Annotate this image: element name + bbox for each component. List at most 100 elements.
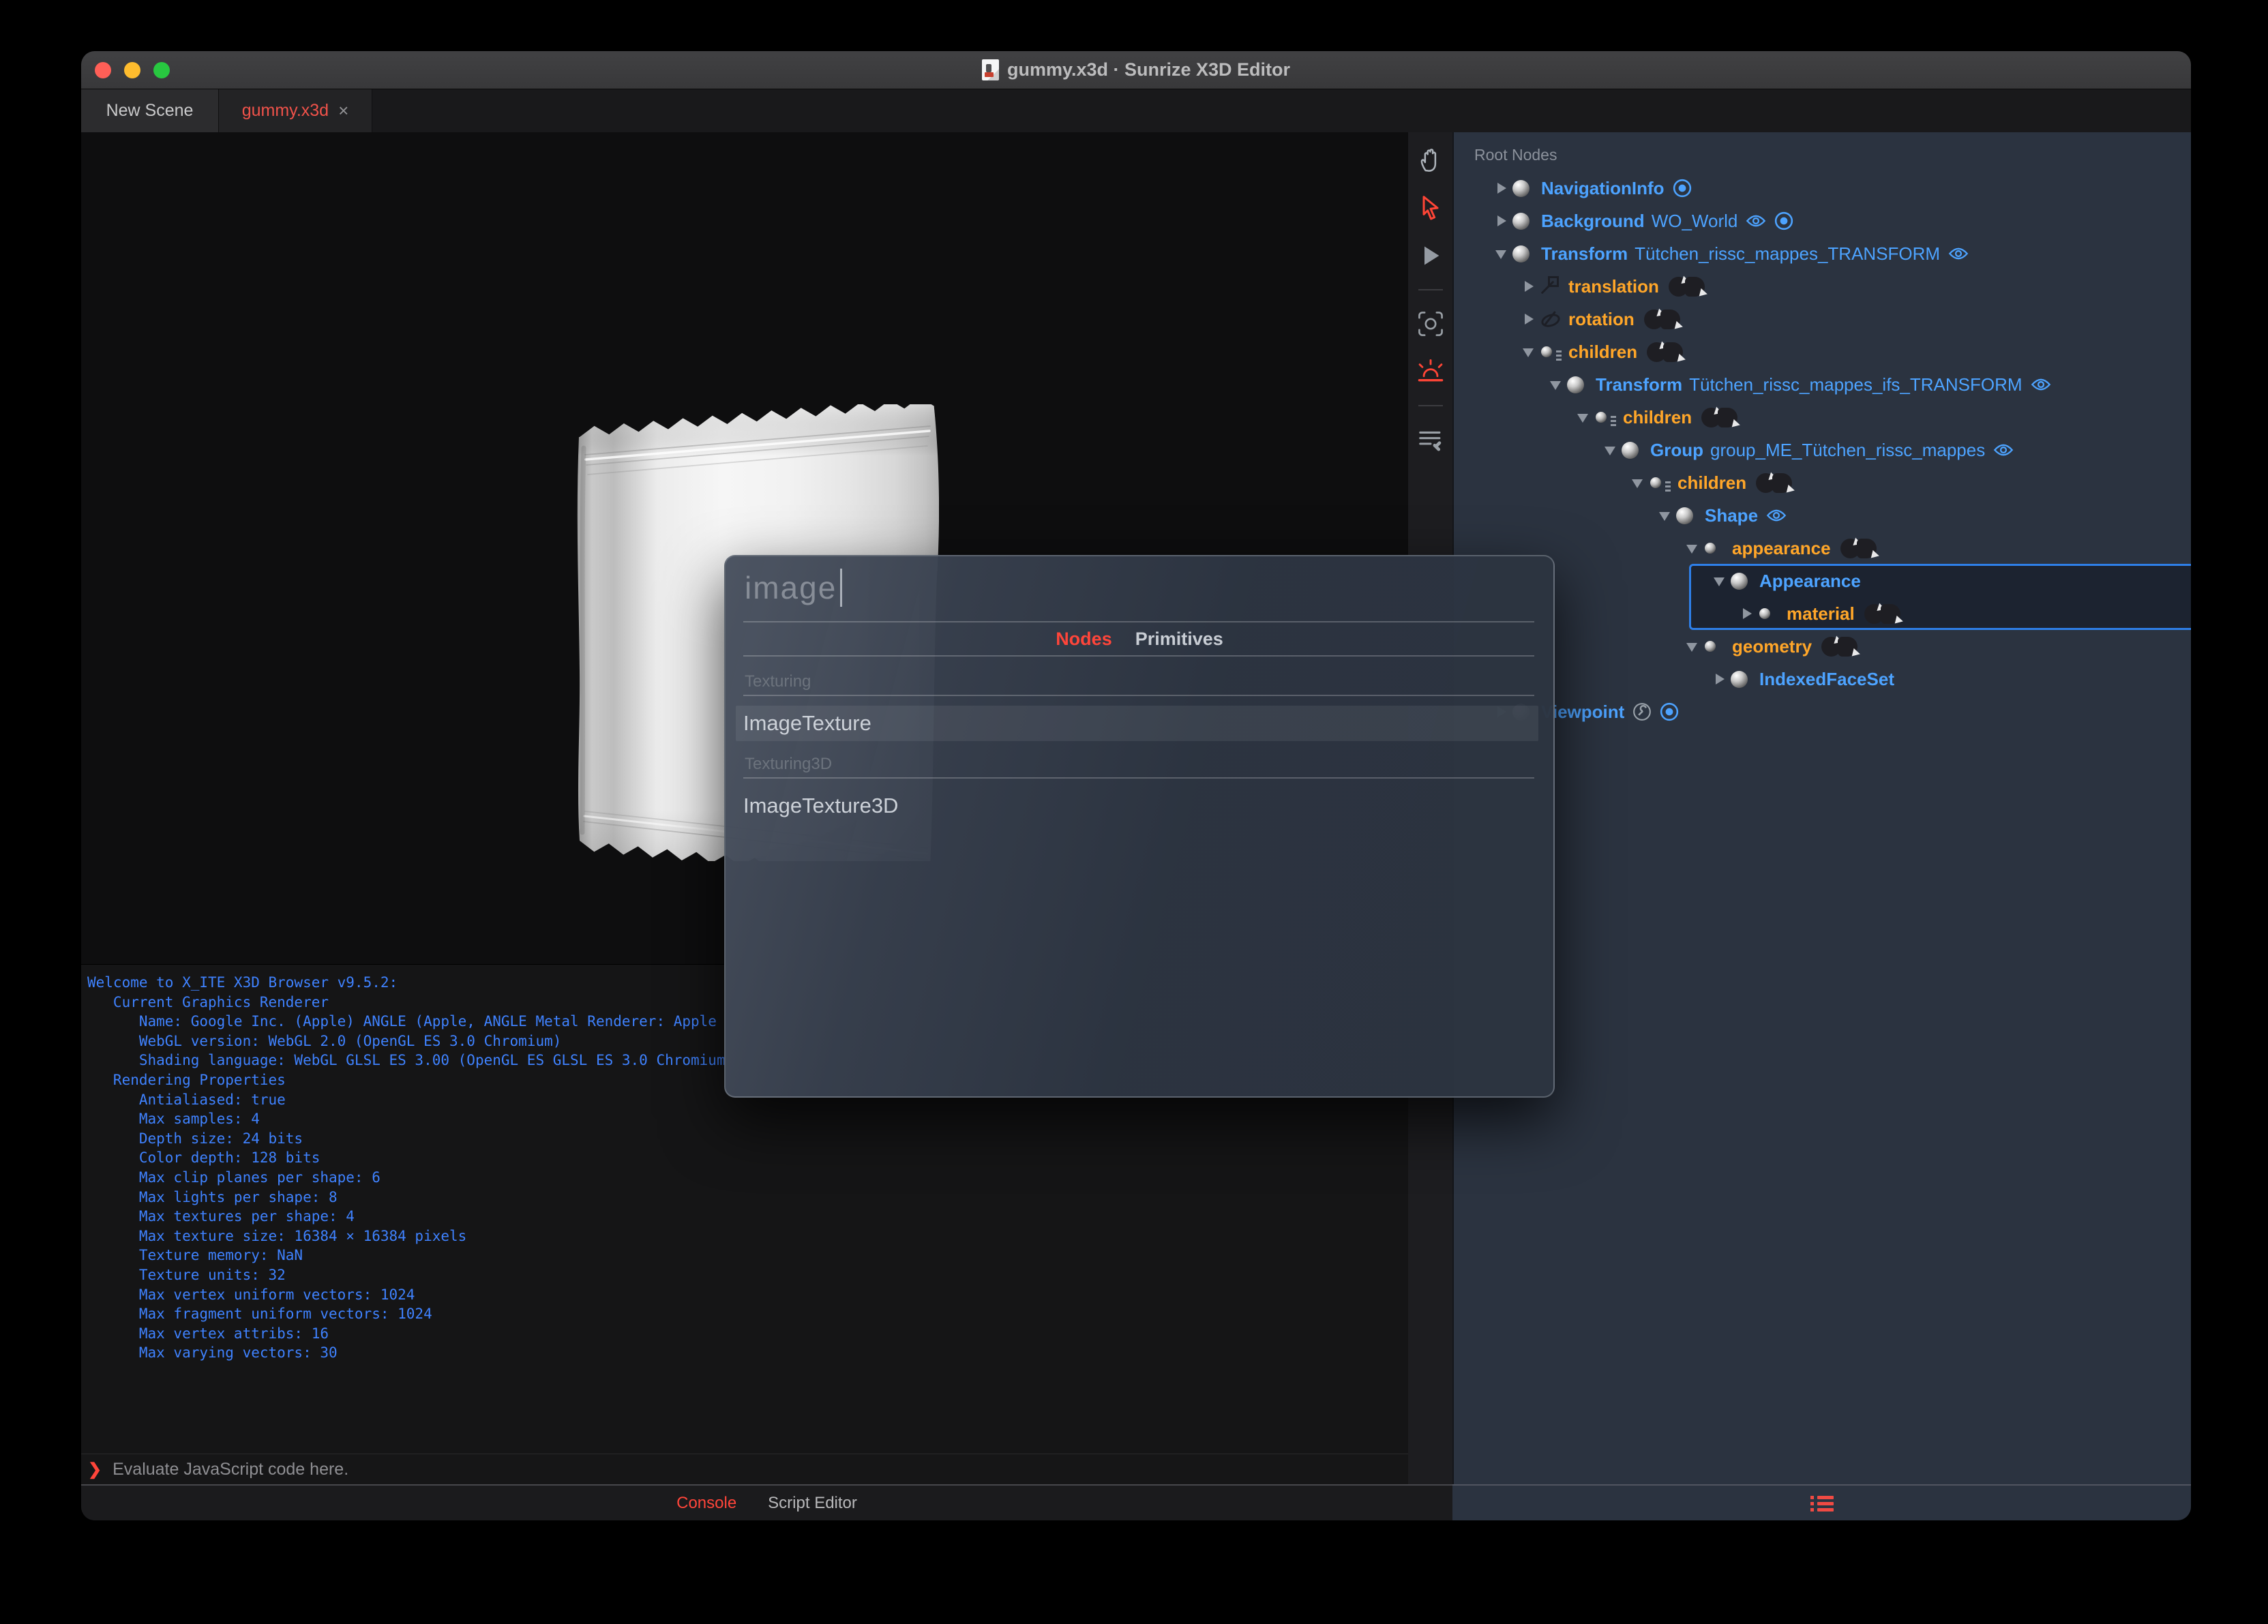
wrench-tool-icon[interactable] [1632, 702, 1652, 721]
node-label: translation [1568, 275, 1659, 297]
bind-target-icon[interactable] [1774, 211, 1793, 230]
expand-arrow-icon[interactable] [1740, 607, 1754, 620]
tree-row[interactable]: children [1454, 335, 2191, 368]
dialog-node-item-imagetexture3d[interactable]: ImageTexture3D [736, 788, 1538, 824]
node-instance-name: WO_World [1651, 210, 1738, 231]
visibility-eye-icon[interactable] [2031, 377, 2051, 392]
console-line: Max fragment uniform vectors: 1024 [87, 1306, 432, 1323]
expand-arrow-icon[interactable] [1713, 574, 1727, 588]
tab-gummy-x3d[interactable]: gummy.x3d × [219, 89, 372, 132]
dialog-tab-primitives[interactable]: Primitives [1135, 629, 1223, 650]
tree-row[interactable]: rotation [1454, 303, 2191, 335]
play-icon[interactable] [1415, 240, 1446, 271]
add-node-dialog: image Nodes Primitives Texturing ImageTe… [724, 555, 1555, 1098]
section-separator [743, 777, 1534, 779]
traffic-lights [95, 51, 170, 89]
prompt-chevron-icon: ❯ [88, 1460, 102, 1479]
tree-row[interactable]: children [1454, 401, 2191, 434]
route-connectors-icon[interactable] [1643, 309, 1680, 329]
expand-arrow-icon[interactable] [1686, 541, 1699, 555]
expand-arrow-icon[interactable] [1631, 476, 1645, 490]
window-title: gummy.x3d · Sunrize X3D Editor [1006, 59, 1291, 80]
route-connectors-icon[interactable] [1821, 636, 1858, 657]
status-tab-script-editor[interactable]: Script Editor [768, 1494, 857, 1513]
expand-arrow-icon[interactable] [1577, 410, 1590, 424]
camera-frame-icon[interactable] [1415, 308, 1446, 340]
zoom-button[interactable] [153, 61, 170, 78]
tree-row[interactable]: Background WO_World [1454, 205, 2191, 237]
tree-row[interactable]: children [1454, 466, 2191, 499]
visibility-eye-icon[interactable] [1948, 246, 1969, 261]
expand-arrow-icon[interactable] [1495, 214, 1508, 228]
window-title-group: gummy.x3d · Sunrize X3D Editor [981, 59, 1291, 80]
expand-arrow-icon[interactable] [1495, 181, 1508, 195]
status-tab-console[interactable]: Console [676, 1494, 736, 1513]
tree-row[interactable]: IndexedFaceSet [1454, 663, 2191, 695]
visibility-eye-icon[interactable] [1993, 442, 2014, 457]
dialog-node-item-imagetexture[interactable]: ImageTexture [736, 706, 1538, 741]
node-instance-name: group_ME_Tütchen_rissc_mappes [1710, 439, 1986, 460]
tree-row[interactable]: Transform Tütchen_rissc_mappes_ifs_TRANS… [1454, 368, 2191, 401]
select-arrow-icon[interactable] [1415, 192, 1446, 224]
tree-row[interactable]: geometry [1454, 630, 2191, 663]
text-caret [840, 569, 843, 607]
scene-tree: NavigationInfo Background WO_World Trans… [1454, 172, 2191, 728]
tab-close-icon[interactable]: × [338, 100, 348, 121]
tree-row[interactable]: Appearance [1454, 565, 2191, 597]
status-bar-right [1452, 1484, 2191, 1520]
route-connectors-icon[interactable] [1840, 538, 1877, 558]
expand-arrow-icon[interactable] [1495, 247, 1508, 260]
expand-arrow-icon[interactable] [1604, 443, 1617, 457]
sunrise-light-icon[interactable] [1415, 356, 1446, 387]
bind-target-icon[interactable] [1673, 179, 1692, 198]
visibility-eye-icon[interactable] [1746, 213, 1766, 228]
expand-arrow-icon[interactable] [1522, 312, 1536, 326]
script-edit-icon[interactable] [1415, 424, 1446, 455]
node-label: children [1677, 472, 1747, 493]
node-label: rotation [1568, 308, 1635, 329]
tab-new-scene[interactable]: New Scene [81, 89, 219, 132]
route-connectors-icon[interactable] [1701, 407, 1738, 427]
title-bar[interactable]: gummy.x3d · Sunrize X3D Editor [81, 51, 2191, 89]
minimize-button[interactable] [124, 61, 140, 78]
tree-row[interactable]: NavigationInfo [1454, 172, 2191, 205]
outline-editor-panel: Root Nodes NavigationInfo Background WO_… [1452, 132, 2191, 1484]
close-button[interactable] [95, 61, 111, 78]
node-type-icon [1703, 636, 1724, 657]
console-prompt-row: ❯ Evaluate JavaScript code here. [81, 1454, 1408, 1484]
node-label: Background [1541, 210, 1645, 231]
status-bar-left: Console Script Editor [81, 1484, 1452, 1520]
file-proxy-icon [981, 59, 999, 80]
expand-arrow-icon[interactable] [1658, 509, 1672, 522]
tree-row[interactable]: translation [1454, 270, 2191, 303]
hand-pan-icon[interactable] [1415, 145, 1446, 176]
console-line: Texture units: 32 [87, 1266, 286, 1283]
tree-row[interactable]: material [1454, 597, 2191, 630]
console-input[interactable]: Evaluate JavaScript code here. [113, 1460, 348, 1479]
dialog-tab-nodes[interactable]: Nodes [1056, 629, 1112, 650]
console-line: Max vertex attribs: 16 [87, 1325, 329, 1342]
node-label: appearance [1732, 537, 1831, 558]
visibility-eye-icon[interactable] [1766, 508, 1787, 523]
node-instance-name: Tütchen_rissc_mappes_ifs_TRANSFORM [1689, 374, 2023, 395]
route-connectors-icon[interactable] [1864, 603, 1900, 624]
tree-row[interactable]: Shape [1454, 499, 2191, 532]
tree-row[interactable]: Group group_ME_Tütchen_rissc_mappes [1454, 434, 2191, 466]
tree-row[interactable]: Viewpoint [1454, 695, 2191, 728]
expand-arrow-icon[interactable] [1549, 378, 1563, 391]
node-label: Shape [1705, 505, 1759, 526]
expand-arrow-icon[interactable] [1686, 640, 1699, 653]
expand-arrow-icon[interactable] [1713, 672, 1727, 686]
route-connectors-icon[interactable] [1647, 342, 1684, 362]
bind-target-icon[interactable] [1660, 702, 1679, 721]
tree-row[interactable]: appearance [1454, 532, 2191, 565]
document-tab-strip: New Scene gummy.x3d × [81, 89, 2191, 132]
screen: gummy.x3d · Sunrize X3D Editor New Scene… [0, 0, 2268, 1624]
panel-list-icon[interactable] [1810, 1495, 1834, 1512]
route-connectors-icon[interactable] [1668, 276, 1705, 297]
expand-arrow-icon[interactable] [1522, 280, 1536, 293]
tree-row[interactable]: Transform Tütchen_rissc_mappes_TRANSFORM [1454, 237, 2191, 270]
expand-arrow-icon[interactable] [1522, 345, 1536, 359]
route-connectors-icon[interactable] [1756, 472, 1793, 493]
node-search-field[interactable]: image [745, 569, 843, 607]
